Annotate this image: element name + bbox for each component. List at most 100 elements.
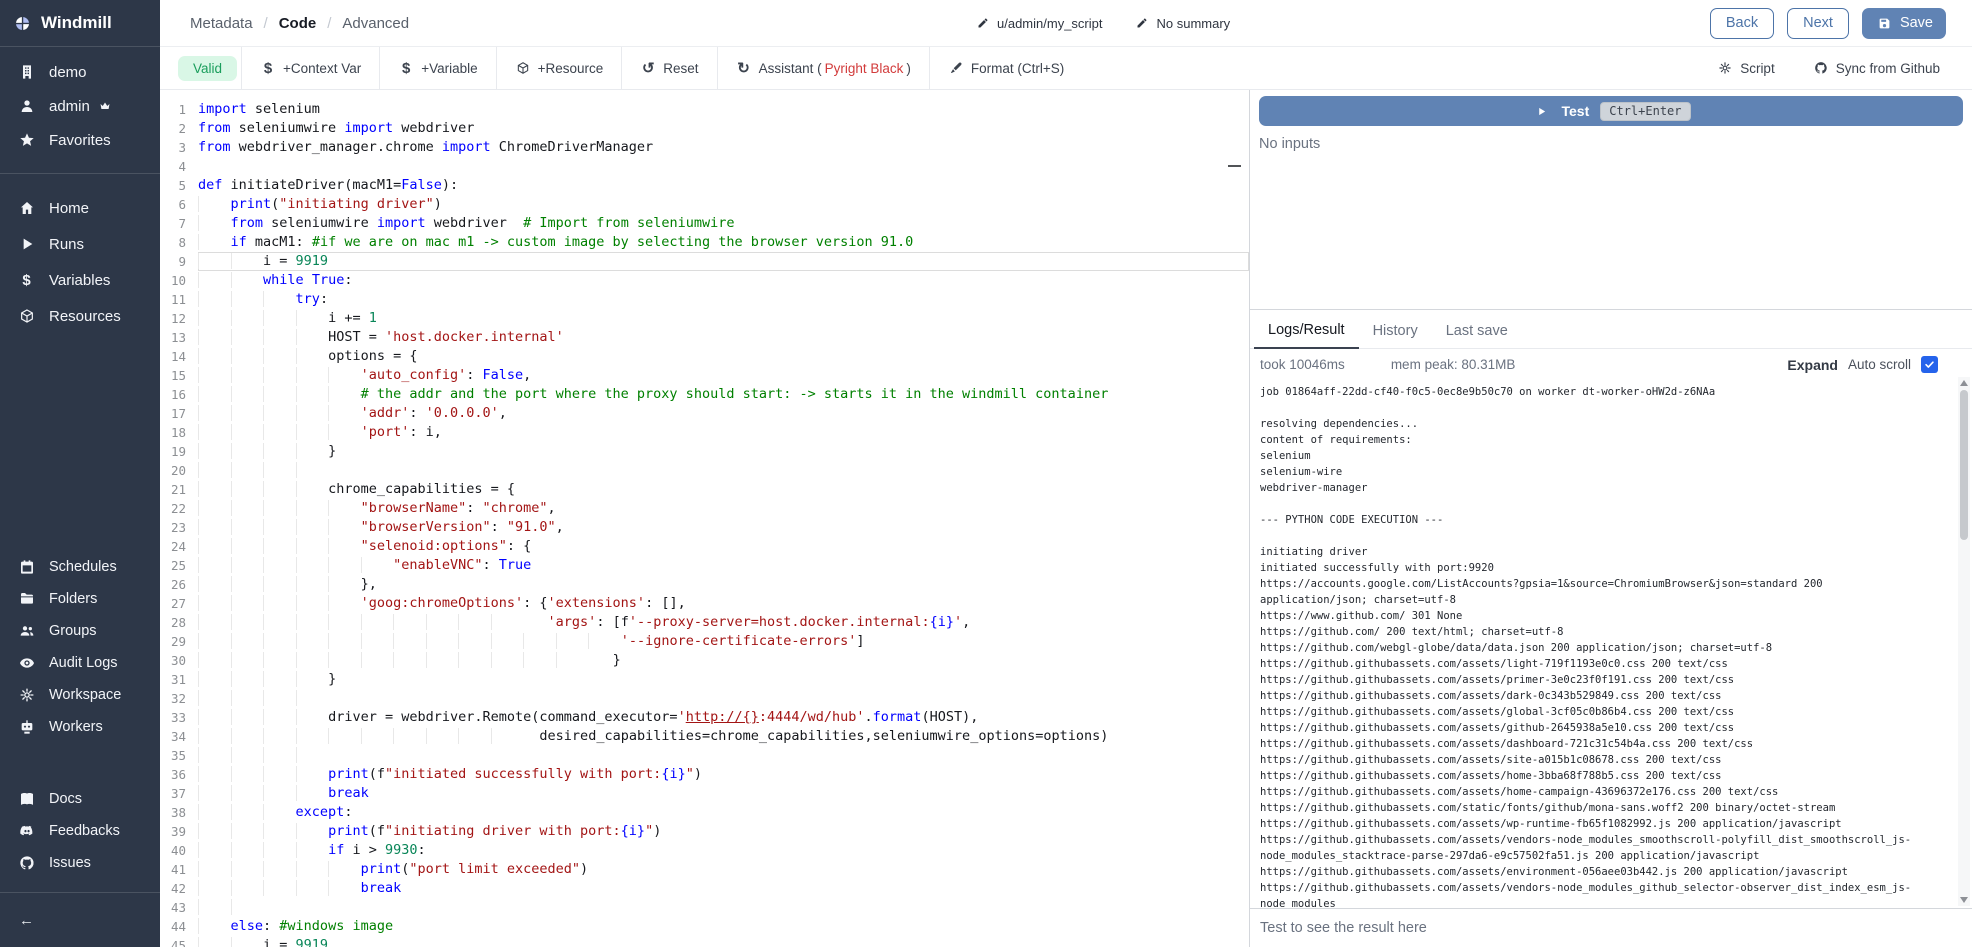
script-path[interactable]: u/admin/my_script (973, 16, 1102, 31)
code-line[interactable]: 38 except: (160, 803, 1249, 822)
code-line[interactable]: 37 break (160, 784, 1249, 803)
indent-guide (198, 386, 231, 402)
sidebar-item-runs[interactable]: Runs (0, 226, 160, 262)
tab-code[interactable]: Code (279, 15, 317, 32)
code-line[interactable]: 32 (160, 689, 1249, 708)
tab-logs-result[interactable]: Logs/Result (1254, 322, 1359, 349)
gear-icon (17, 687, 36, 703)
code-line[interactable]: 41 print("port limit exceeded") (160, 860, 1249, 879)
next-button[interactable]: Next (1787, 8, 1849, 39)
toolbar-button-label: Format (Ctrl+S) (971, 61, 1064, 76)
format-button[interactable]: Format (Ctrl+S) (930, 47, 1082, 89)
sidebar-item-issues[interactable]: Issues (0, 847, 160, 879)
code-line[interactable]: 27 'goog:chromeOptions': {'extensions': … (160, 594, 1249, 613)
code-line[interactable]: 6 print("initiating driver") (160, 195, 1249, 214)
logs-scrollbar[interactable] (1958, 377, 1970, 906)
code-line[interactable]: 2from seleniumwire import webdriver (160, 119, 1249, 138)
code-line[interactable]: 14 options = { (160, 347, 1249, 366)
sidebar-item-groups[interactable]: Groups (0, 615, 160, 647)
tab-metadata[interactable]: Metadata (190, 15, 253, 32)
code-line[interactable]: 39 print(f"initiating driver with port:{… (160, 822, 1249, 841)
code-line[interactable]: 30 } (160, 651, 1249, 670)
sidebar-item-variables[interactable]: $Variables (0, 262, 160, 298)
code-line[interactable]: 18 'port': i, (160, 423, 1249, 442)
sidebar-item-docs[interactable]: Docs (0, 783, 160, 815)
code-line[interactable]: 26 }, (160, 575, 1249, 594)
indent-guide (231, 595, 264, 611)
code-line[interactable]: 31 } (160, 670, 1249, 689)
code-line-content: 'addr': '0.0.0.0', (198, 404, 1249, 423)
code-line[interactable]: 45 i = 9919 (160, 936, 1249, 947)
reset-button[interactable]: ↺Reset (622, 47, 716, 89)
tab-history[interactable]: History (1359, 323, 1432, 348)
tab-last-save[interactable]: Last save (1432, 323, 1522, 348)
code-line-content: 'goog:chromeOptions': {'extensions': [], (198, 594, 1249, 613)
sidebar-item-workers[interactable]: Workers (0, 711, 160, 743)
code-line[interactable]: 34 desired_capabilities=chrome_capabilit… (160, 727, 1249, 746)
sidebar-collapse-button[interactable]: ← (0, 892, 160, 947)
code-line[interactable]: 22 "browserName": "chrome", (160, 499, 1249, 518)
add-variable-button[interactable]: $+Variable (380, 47, 495, 89)
code-line[interactable]: 17 'addr': '0.0.0.0', (160, 404, 1249, 423)
sidebar-item-schedules[interactable]: Schedules (0, 551, 160, 583)
sidebar-item-workspace[interactable]: Workspace (0, 679, 160, 711)
code-line[interactable]: 43 (160, 898, 1249, 917)
sidebar-item-audit-logs[interactable]: Audit Logs (0, 647, 160, 679)
sidebar-item-home[interactable]: Home (0, 190, 160, 226)
code-editor[interactable]: 1import selenium2from seleniumwire impor… (160, 90, 1249, 947)
code-line[interactable]: 9 i = 9919 (160, 252, 1249, 271)
autoscroll-checkbox[interactable] (1921, 356, 1938, 373)
indent-guide (263, 405, 296, 421)
code-line[interactable]: 4 (160, 157, 1249, 176)
sidebar-item-folders[interactable]: Folders (0, 583, 160, 615)
sidebar-item-favorites[interactable]: Favorites (0, 123, 160, 157)
code-line[interactable]: 35 (160, 746, 1249, 765)
sidebar-item-demo[interactable]: demo (0, 55, 160, 89)
log-output[interactable]: job 01864aff-22dd-cf40-f0c5-0ec8e9b50c70… (1250, 378, 1972, 908)
code-line[interactable]: 10 while True: (160, 271, 1249, 290)
scrollbar-down-arrow[interactable] (1960, 897, 1968, 903)
code-line[interactable]: 3from webdriver_manager.chrome import Ch… (160, 138, 1249, 157)
sidebar-item-feedbacks[interactable]: Feedbacks (0, 815, 160, 847)
workspace-logo[interactable]: Windmill (0, 0, 160, 47)
save-button[interactable]: Save (1862, 8, 1946, 39)
code-line[interactable]: 5def initiateDriver(macM1=False): (160, 176, 1249, 195)
test-button-label: Test (1562, 103, 1590, 119)
scrollbar-up-arrow[interactable] (1960, 380, 1968, 386)
script-summary[interactable]: No summary (1132, 16, 1230, 31)
code-line[interactable]: 13 HOST = 'host.docker.internal' (160, 328, 1249, 347)
assistant-button[interactable]: ↻Assistant (Pyright Black) (718, 47, 929, 89)
sidebar-item-admin[interactable]: admin (0, 89, 160, 123)
code-line[interactable]: 7 from seleniumwire import webdriver # I… (160, 214, 1249, 233)
code-line[interactable]: 1import selenium (160, 100, 1249, 119)
indent-guide (263, 823, 296, 839)
code-line[interactable]: 15 'auto_config': False, (160, 366, 1249, 385)
code-line[interactable]: 16 # the addr and the port where the pro… (160, 385, 1249, 404)
code-line[interactable]: 29 '--ignore-certificate-errors'] (160, 632, 1249, 651)
code-line[interactable]: 40 if i > 9930: (160, 841, 1249, 860)
code-line[interactable]: 11 try: (160, 290, 1249, 309)
code-line[interactable]: 12 i += 1 (160, 309, 1249, 328)
code-line[interactable]: 25 "enableVNC": True (160, 556, 1249, 575)
add-resource-button[interactable]: +Resource (497, 47, 622, 89)
sidebar-item-resources[interactable]: Resources (0, 298, 160, 334)
code-line[interactable]: 8 if macM1: #if we are on mac m1 -> cust… (160, 233, 1249, 252)
code-line[interactable]: 23 "browserVersion": "91.0", (160, 518, 1249, 537)
tab-advanced[interactable]: Advanced (342, 15, 409, 32)
code-line[interactable]: 36 print(f"initiated successfully with p… (160, 765, 1249, 784)
sync-from-github-button[interactable]: Sync from Github (1813, 47, 1940, 89)
code-line[interactable]: 33 driver = webdriver.Remote(command_exe… (160, 708, 1249, 727)
test-button[interactable]: Test Ctrl+Enter (1259, 96, 1963, 126)
code-line[interactable]: 28 'args': [f'--proxy-server=host.docker… (160, 613, 1249, 632)
code-line[interactable]: 42 break (160, 879, 1249, 898)
code-line[interactable]: 44 else: #windows image (160, 917, 1249, 936)
code-line[interactable]: 24 "selenoid:options": { (160, 537, 1249, 556)
code-line[interactable]: 20 (160, 461, 1249, 480)
add-context-var-button[interactable]: $+Context Var (242, 47, 379, 89)
script-button[interactable]: Script (1717, 47, 1775, 89)
expand-button[interactable]: Expand (1787, 357, 1838, 373)
scrollbar-thumb[interactable] (1960, 390, 1968, 540)
back-button[interactable]: Back (1710, 8, 1774, 39)
code-line[interactable]: 21 chrome_capabilities = { (160, 480, 1249, 499)
code-line[interactable]: 19 } (160, 442, 1249, 461)
